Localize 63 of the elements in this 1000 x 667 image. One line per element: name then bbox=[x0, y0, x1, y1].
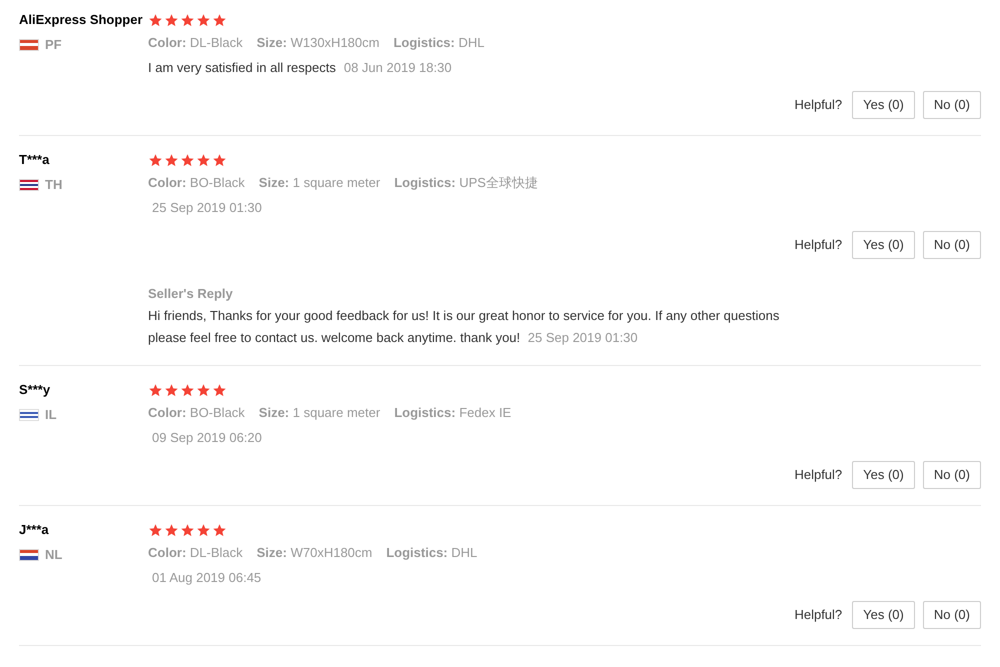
review-date: 09 Sep 2019 06:20 bbox=[152, 429, 262, 447]
star-icon bbox=[180, 522, 195, 538]
country-code: IL bbox=[45, 406, 57, 424]
order-detail: Color: DL-Black bbox=[148, 544, 243, 562]
star-icon bbox=[164, 522, 179, 538]
order-detail: Size: 1 square meter bbox=[258, 174, 380, 192]
star-icon bbox=[212, 12, 227, 28]
reviewer-name: S***y bbox=[19, 381, 52, 399]
helpful-label: Helpful? bbox=[794, 466, 842, 484]
reviewer-name: J***a bbox=[19, 521, 50, 539]
star-icon bbox=[212, 522, 227, 538]
star-icon bbox=[148, 152, 163, 168]
country-code: TH bbox=[45, 176, 62, 194]
order-detail: Color: BO-Black bbox=[148, 404, 245, 422]
order-detail: Logistics: DHL bbox=[386, 544, 478, 562]
no-button[interactable]: No (0) bbox=[922, 461, 981, 489]
star-icon bbox=[196, 382, 211, 398]
flag-icon bbox=[19, 38, 39, 51]
star-icon bbox=[148, 12, 163, 28]
flag-icon bbox=[19, 408, 39, 421]
reply-title: Seller's Reply bbox=[148, 285, 234, 303]
flag-icon bbox=[19, 548, 39, 561]
yes-button[interactable]: Yes (0) bbox=[852, 461, 915, 489]
no-button[interactable]: No (0) bbox=[922, 231, 981, 259]
order-detail: Logistics: DHL bbox=[393, 34, 484, 52]
helpful-label: Helpful? bbox=[794, 96, 842, 114]
order-detail: Color: BO-Black bbox=[148, 174, 245, 192]
star-icon bbox=[196, 522, 211, 538]
star-icon bbox=[180, 382, 195, 398]
yes-button[interactable]: Yes (0) bbox=[852, 91, 915, 119]
star-icon bbox=[148, 522, 163, 538]
review-text: I am very satisfied in all respects bbox=[148, 59, 336, 77]
star-icon bbox=[180, 12, 195, 28]
no-button[interactable]: No (0) bbox=[922, 601, 981, 629]
star-icon bbox=[212, 382, 227, 398]
country-code: PF bbox=[45, 36, 62, 54]
yes-button[interactable]: Yes (0) bbox=[852, 231, 915, 259]
order-detail: Size: 1 square meter bbox=[258, 404, 380, 422]
reviewer-name: T***a bbox=[19, 151, 50, 169]
helpful-label: Helpful? bbox=[794, 236, 842, 254]
flag-icon bbox=[19, 178, 39, 191]
star-icon bbox=[180, 152, 195, 168]
review-date: 01 Aug 2019 06:45 bbox=[152, 569, 262, 587]
review-date: 08 Jun 2019 18:30 bbox=[344, 59, 452, 77]
order-detail: Size: W130xH180cm bbox=[256, 34, 380, 52]
reviewer-name: AliExpress Shopper bbox=[19, 11, 144, 29]
helpful-label: Helpful? bbox=[794, 606, 842, 624]
order-detail: Logistics: Fedex IE bbox=[394, 404, 512, 422]
star-icon bbox=[212, 152, 227, 168]
order-detail: Color: DL-Black bbox=[148, 34, 243, 52]
review-date: 25 Sep 2019 01:30 bbox=[152, 199, 262, 217]
star-icon bbox=[164, 12, 179, 28]
order-detail: Size: W70xH180cm bbox=[256, 544, 372, 562]
yes-button[interactable]: Yes (0) bbox=[852, 601, 915, 629]
no-button[interactable]: No (0) bbox=[922, 91, 981, 119]
country-code: NL bbox=[45, 546, 62, 564]
reply-text: Hi friends, Thanks for your good feedback for us! It is our great honor to service for you. If any other questions please feel free to contact us. welcome back anytime. thank you! 25 Sep 2019 01:30 bbox=[148, 307, 780, 347]
star-icon bbox=[196, 152, 211, 168]
star-icon bbox=[164, 382, 179, 398]
star-icon bbox=[164, 152, 179, 168]
star-icon bbox=[196, 12, 211, 28]
star-icon bbox=[148, 382, 163, 398]
order-detail: Logistics: UPS全球快捷 bbox=[394, 174, 538, 192]
